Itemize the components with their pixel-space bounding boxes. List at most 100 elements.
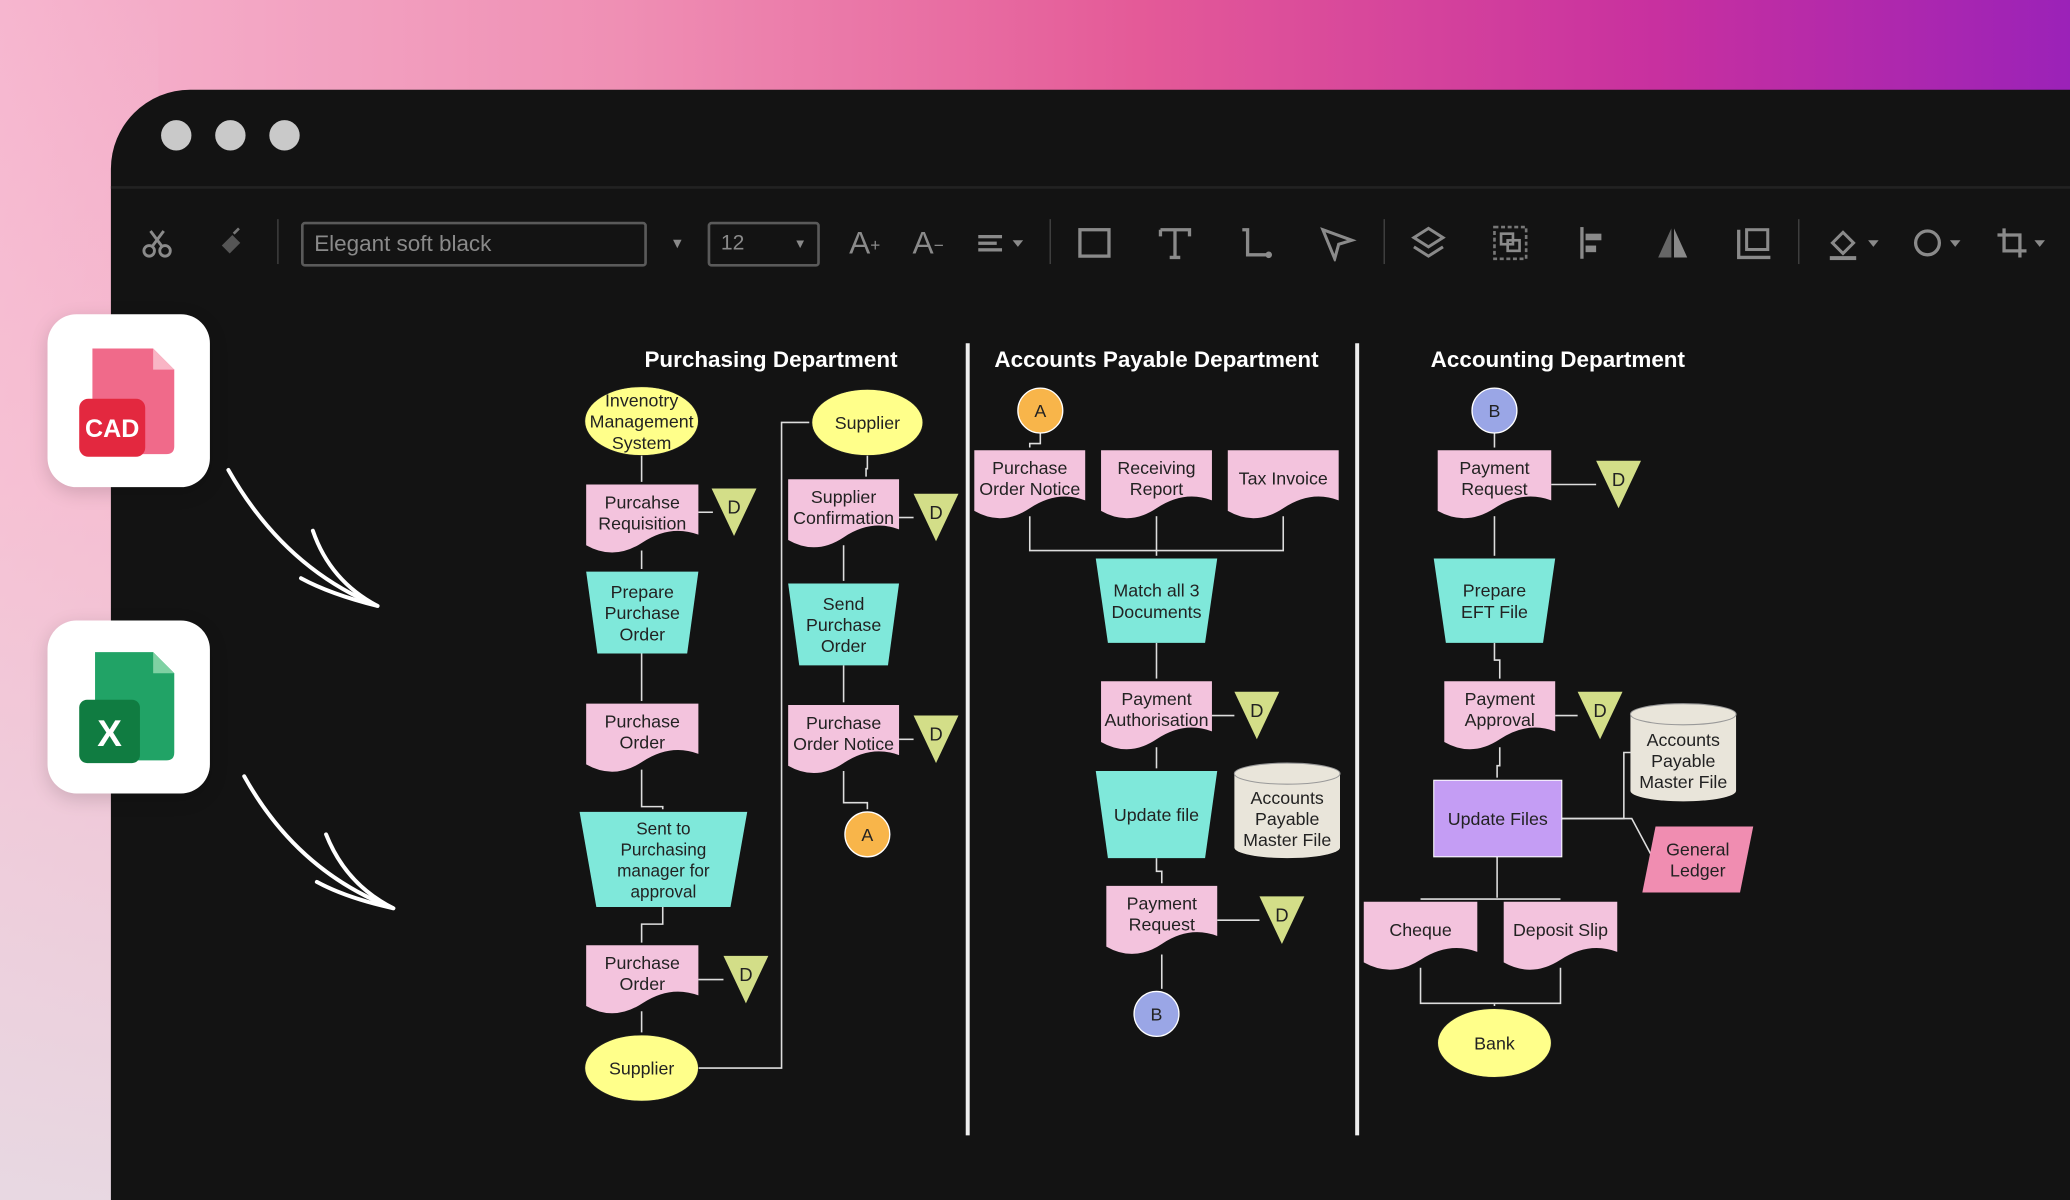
- flowchart-node-doc[interactable]: PurchaseOrder Notice: [788, 704, 900, 774]
- connector-line: [1419, 967, 1562, 1005]
- flowchart-node-trap[interactable]: PrepareEFT File: [1433, 558, 1556, 643]
- flowchart-node-trap[interactable]: Match all 3Documents: [1095, 558, 1218, 643]
- node-label: Master File: [1243, 830, 1331, 850]
- node-label: Confirmation: [793, 508, 894, 528]
- node-label: Supplier: [609, 1059, 674, 1079]
- node-label: Order: [821, 636, 867, 656]
- node-label: Payment: [1127, 894, 1197, 914]
- flowchart-node-doc[interactable]: PurchaseOrder Notice: [974, 450, 1086, 519]
- connector-line: [1155, 858, 1163, 884]
- flowchart-node-doc[interactable]: Tax Invoice: [1227, 450, 1339, 519]
- node-label: D: [1250, 700, 1263, 721]
- flowchart-node-doc[interactable]: PaymentRequest: [1437, 450, 1552, 519]
- node-label: A: [861, 825, 873, 845]
- flowchart-node-doc[interactable]: Cheque: [1363, 901, 1478, 970]
- node-label: D: [739, 964, 752, 985]
- node-label: Management: [590, 412, 694, 432]
- connector-line: [842, 770, 869, 810]
- connector-line: [1561, 817, 1654, 859]
- node-label: EFT File: [1461, 602, 1528, 622]
- swimlane-divider: [965, 343, 970, 1136]
- flowchart-node-rect[interactable]: Update Files: [1433, 779, 1563, 858]
- node-label: Purcahse: [605, 492, 680, 512]
- node-label: Supplier: [835, 413, 900, 433]
- flowchart-node-tri[interactable]: D: [913, 715, 959, 764]
- flowchart-node-ellipse[interactable]: Supplier: [584, 1034, 699, 1102]
- department-header: Accounting Department: [1431, 347, 1686, 372]
- node-label: Report: [1130, 479, 1184, 499]
- flowchart-node-trap[interactable]: Sent toPurchasingmanager forapproval: [579, 811, 748, 907]
- node-label: Payment: [1465, 689, 1535, 709]
- node-label: Request: [1461, 479, 1527, 499]
- node-label: Match all 3: [1113, 581, 1199, 601]
- flowchart-node-tri[interactable]: D: [711, 488, 757, 537]
- node-label: approval: [630, 882, 696, 902]
- node-label: Prepare: [1463, 581, 1526, 601]
- flowchart-node-doc[interactable]: PaymentRequest: [1106, 885, 1218, 954]
- flowchart-node-doc[interactable]: PurchaseOrder: [586, 945, 699, 1014]
- node-label: Order: [620, 974, 666, 994]
- connector-line: [1496, 747, 1501, 778]
- connector-line: [1493, 642, 1501, 679]
- flowchart-canvas[interactable]: Purchasing Department Accounts Payable De…: [0, 0, 2070, 1200]
- flowchart-node-trap[interactable]: Update file: [1095, 770, 1218, 859]
- node-label: Update file: [1114, 805, 1199, 825]
- flowchart-node-ellipse[interactable]: InvenotryManagementSystem: [584, 386, 699, 456]
- flowchart-node-ellipse[interactable]: Bank: [1437, 1008, 1552, 1078]
- flowchart-node-circleB[interactable]: B: [1133, 990, 1180, 1038]
- flowchart-node-circleB[interactable]: B: [1471, 387, 1518, 434]
- department-header: Accounts Payable Department: [994, 347, 1319, 372]
- node-label: Purchase: [806, 713, 881, 733]
- node-label: Order: [620, 624, 666, 644]
- node-label: Approval: [1465, 710, 1535, 730]
- node-label: Payment: [1121, 689, 1191, 709]
- node-label: General: [1666, 839, 1729, 859]
- node-label: Payable: [1651, 751, 1715, 771]
- flowchart-node-doc[interactable]: SupplierConfirmation: [788, 479, 900, 548]
- flowchart-node-cyl[interactable]: AccountsPayableMaster File: [1233, 762, 1341, 859]
- node-label: Order Notice: [979, 479, 1080, 499]
- flowchart-node-doc[interactable]: ReceivingReport: [1101, 450, 1212, 519]
- flowchart-node-tri[interactable]: D: [913, 493, 959, 542]
- node-label: Update Files: [1448, 809, 1548, 829]
- node-label: Purchase: [992, 458, 1067, 478]
- flowchart-node-tri[interactable]: D: [1259, 896, 1305, 944]
- flowchart-node-doc[interactable]: PaymentApproval: [1444, 681, 1556, 750]
- flowchart-node-tri[interactable]: D: [1577, 691, 1623, 740]
- flowchart-node-ellipse[interactable]: Supplier: [811, 389, 924, 456]
- flowchart-node-doc[interactable]: PurchaseOrder: [586, 703, 699, 772]
- connector-line: [1028, 433, 1042, 448]
- flowchart-node-doc[interactable]: PurcahseRequisition: [586, 484, 699, 553]
- node-label: Deposit Slip: [1513, 920, 1608, 940]
- flowchart-node-para[interactable]: GeneralLedger: [1642, 826, 1754, 893]
- flowchart-node-trap[interactable]: SendPurchaseOrder: [788, 583, 900, 666]
- node-label: Send: [823, 594, 865, 614]
- node-label: D: [929, 502, 942, 523]
- node-label: Request: [1129, 915, 1195, 935]
- node-label: Sent to: [636, 818, 690, 838]
- node-label: Ledger: [1670, 861, 1726, 881]
- node-label: B: [1151, 1005, 1163, 1025]
- flowchart-node-doc[interactable]: Deposit Slip: [1503, 901, 1618, 970]
- flowchart-node-tri[interactable]: D: [1234, 691, 1280, 740]
- node-label: Purchasing: [620, 839, 706, 859]
- flowchart-node-circleA[interactable]: A: [844, 811, 891, 858]
- node-label: Accounts: [1647, 730, 1720, 750]
- node-label: D: [1275, 904, 1288, 925]
- node-label: Payment: [1459, 458, 1529, 478]
- flowchart-node-trap[interactable]: PreparePurchaseOrder: [586, 571, 699, 654]
- flowchart-node-doc[interactable]: PaymentAuthorisation: [1101, 681, 1212, 750]
- node-label: Supplier: [811, 487, 876, 507]
- connector-line: [1561, 751, 1631, 820]
- flowchart-node-cyl[interactable]: AccountsPayableMaster File: [1629, 703, 1737, 802]
- department-header: Purchasing Department: [644, 347, 898, 372]
- swimlane-divider: [1355, 343, 1360, 1136]
- node-label: D: [929, 724, 942, 745]
- flowchart-node-tri[interactable]: D: [723, 955, 769, 1004]
- flowchart-node-tri[interactable]: D: [1596, 460, 1642, 509]
- node-label: Prepare: [611, 582, 674, 602]
- flowchart-node-circleA[interactable]: A: [1017, 387, 1064, 434]
- node-label: Documents: [1111, 602, 1201, 622]
- node-label: Order Notice: [793, 734, 894, 754]
- node-label: D: [1612, 469, 1625, 490]
